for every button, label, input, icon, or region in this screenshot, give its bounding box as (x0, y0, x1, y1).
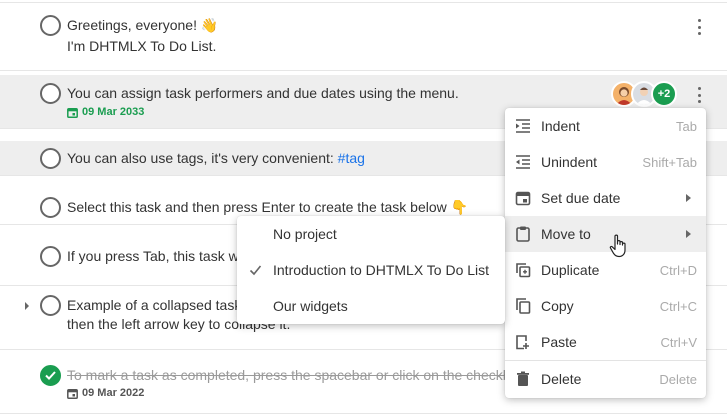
context-menu: Indent Tab Unindent Shift+Tab Set due da… (505, 108, 706, 398)
task-text[interactable]: If you press Tab, this task w (67, 246, 239, 267)
task-text[interactable]: You can assign task performers and due d… (67, 83, 459, 104)
move-to-submenu: No project Introduction to DHTMLX To Do … (237, 216, 505, 324)
menu-item-move-to[interactable]: Move to (505, 216, 706, 252)
waving-hand-emoji: 👋 (200, 17, 219, 33)
calendar-icon (67, 388, 78, 399)
clipboard-icon (516, 226, 530, 242)
task-text-second-line: I'm DHTMLX To Do List. (67, 38, 217, 54)
check-icon (249, 265, 262, 276)
more-menu-icon[interactable] (693, 19, 705, 35)
due-date: 09 Mar 2033 (67, 106, 144, 118)
submenu-item-label: Introduction to DHTMLX To Do List (273, 262, 490, 278)
assignees[interactable]: +2 (611, 81, 677, 107)
calendar-icon (67, 107, 78, 118)
menu-item-unindent[interactable]: Unindent Shift+Tab (505, 144, 706, 180)
indent-icon (516, 119, 530, 133)
paste-icon (516, 335, 529, 350)
copy-icon (516, 298, 531, 314)
due-date-label: 09 Mar 2022 (82, 387, 145, 399)
menu-item-set-due-date[interactable]: Set due date (505, 180, 706, 216)
trash-icon (517, 371, 529, 386)
calendar-icon (515, 191, 531, 206)
task-text[interactable]: To mark a task as completed, press the s… (67, 365, 511, 386)
submenu-item-label: No project (273, 226, 337, 242)
menu-item-paste[interactable]: Paste Ctrl+V (505, 324, 706, 360)
unindent-icon (516, 155, 530, 169)
task-title: You can also use tags, it's very conveni… (67, 150, 338, 166)
expand-arrow-icon[interactable] (23, 301, 31, 311)
check-icon (45, 371, 56, 380)
hand-cursor-icon (609, 234, 626, 258)
task-checkbox-checked[interactable] (40, 365, 61, 386)
task-checkbox[interactable] (40, 197, 61, 218)
menu-item-shortcut: Tab (676, 118, 697, 134)
menu-item-copy[interactable]: Copy Ctrl+C (505, 288, 706, 324)
task-text[interactable]: Example of a collapsed task (67, 295, 241, 316)
task-title: Select this task and then press Enter to… (67, 199, 451, 215)
submenu-arrow-icon (686, 230, 691, 238)
pointing-down-emoji: 👇 (450, 199, 469, 215)
task-text[interactable]: You can also use tags, it's very conveni… (67, 148, 365, 169)
menu-item-delete[interactable]: Delete Delete (505, 361, 706, 397)
task-checkbox[interactable] (40, 246, 61, 267)
menu-item-label: Copy (541, 298, 574, 314)
menu-item-label: Delete (541, 371, 582, 387)
menu-item-label: Paste (541, 334, 577, 350)
task-checkbox[interactable] (40, 83, 61, 104)
task-checkbox[interactable] (40, 15, 61, 36)
menu-item-label: Unindent (541, 154, 598, 170)
due-date: 09 Mar 2022 (67, 387, 144, 399)
menu-item-label: Set due date (541, 190, 621, 206)
task-row[interactable]: Greetings, everyone! 👋 I'm DHTMLX To Do … (0, 2, 727, 71)
duplicate-icon (516, 263, 531, 278)
submenu-item-introduction[interactable]: Introduction to DHTMLX To Do List (237, 252, 505, 288)
submenu-arrow-icon (686, 194, 691, 202)
task-checkbox[interactable] (40, 148, 61, 169)
menu-item-label: Duplicate (541, 262, 600, 278)
task-text[interactable]: Select this task and then press Enter to… (67, 197, 468, 218)
menu-item-shortcut: Shift+Tab (642, 154, 697, 170)
task-checkbox[interactable] (40, 295, 61, 316)
due-date-label: 09 Mar 2033 (82, 106, 145, 118)
menu-item-shortcut: Ctrl+V (660, 334, 697, 350)
menu-item-indent[interactable]: Indent Tab (505, 108, 706, 144)
menu-item-shortcut: Ctrl+D (659, 262, 697, 278)
submenu-item-label: Our widgets (273, 298, 348, 314)
menu-item-duplicate[interactable]: Duplicate Ctrl+D (505, 252, 706, 288)
menu-item-shortcut: Ctrl+C (659, 298, 697, 314)
menu-item-shortcut: Delete (659, 371, 697, 387)
submenu-item-our-widgets[interactable]: Our widgets (237, 288, 505, 324)
menu-item-label: Move to (541, 226, 591, 242)
more-assignees-badge: +2 (651, 81, 677, 107)
menu-item-label: Indent (541, 118, 580, 134)
task-text[interactable]: Greetings, everyone! 👋 (67, 15, 218, 36)
more-menu-icon[interactable] (693, 87, 705, 103)
submenu-item-no-project[interactable]: No project (237, 216, 505, 252)
task-title: Greetings, everyone! (67, 17, 201, 33)
tag-link[interactable]: #tag (338, 150, 365, 166)
